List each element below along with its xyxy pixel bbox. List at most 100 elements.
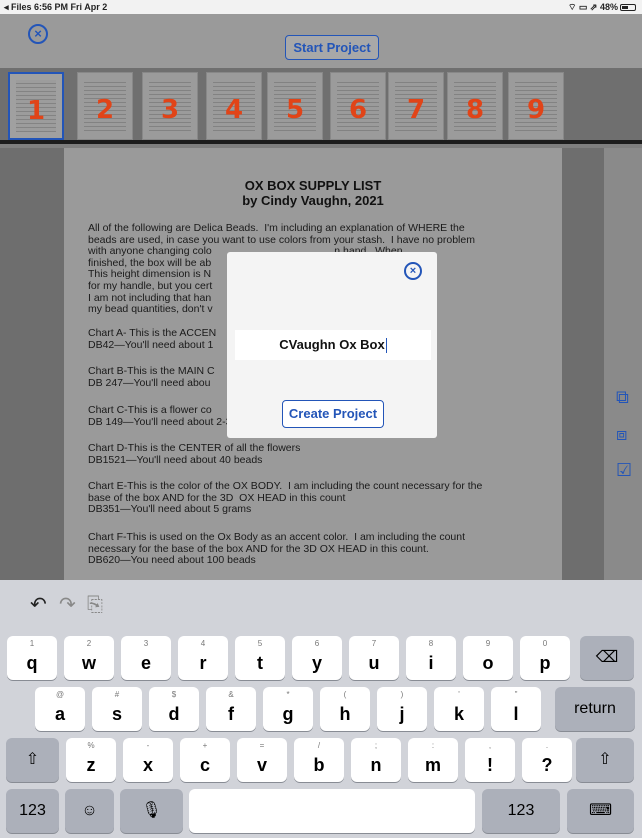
checkbox-icon[interactable]: ☑ [616,461,638,481]
page-thumbnail[interactable]: 4 [206,72,262,140]
page-thumbnail[interactable]: 5 [267,72,323,140]
dialog-close-icon[interactable]: × [404,262,422,280]
text-line: DB1521—You'll need about 40 beads [88,453,263,466]
emoji-icon: ☺ [81,802,98,819]
key-alt-char: 6 [314,639,320,648]
document-subtitle: by Cindy Vaughn, 2021 [242,193,384,208]
key-c[interactable]: + c [180,738,230,782]
project-name-input[interactable]: CVaughn Ox Box [235,330,431,360]
text-line: Chart E-This is the color of the OX BODY… [88,480,483,492]
key-char: z [86,755,96,775]
key-i[interactable]: 8i [406,636,456,680]
key-q[interactable]: 1q [7,636,57,680]
thumbnail-number: 1 [26,96,46,126]
return-key[interactable]: return [555,687,635,731]
key-alt-char: * [286,690,290,699]
key-b[interactable]: / b [294,738,344,782]
key-char: a [54,704,65,724]
text-line: Chart D-This is the CENTER of all the fl… [88,442,301,454]
numbers-label: 123 [19,802,46,819]
key-alt-char: / [317,741,321,750]
key-alt-char: 5 [257,639,263,648]
key-alt-char: . [545,741,549,750]
key-char: q [26,653,38,673]
key-w[interactable]: 2w [64,636,114,680]
create-project-button[interactable]: Create Project [282,400,384,428]
key-o[interactable]: 9o [463,636,513,680]
key-alt-char: 2 [86,639,92,648]
key-char: b [313,755,325,775]
key-r[interactable]: 4r [178,636,228,680]
page-thumbnail[interactable]: 7 [388,72,444,140]
key-n[interactable]: ; n [351,738,401,782]
key-h[interactable]: (h [320,687,370,731]
chart-d-paragraph: Chart D-This is the CENTER of all the fl… [88,442,538,466]
text-caret [385,338,387,354]
key-j[interactable]: ) j [377,687,427,731]
key-alt-char: @ [55,690,65,699]
key-e[interactable]: 3e [121,636,171,680]
thumbnail-number: 5 [285,95,305,125]
text-line: All of the following are Delica Beads. I… [88,222,465,234]
key-l[interactable]: " l [491,687,541,731]
key-z[interactable]: % z [66,738,116,782]
emoji-key[interactable]: ☺ [65,789,114,833]
key-y[interactable]: 6y [292,636,342,680]
key-k[interactable]: ' k [434,687,484,731]
page-thumbnail[interactable]: 8 [447,72,503,140]
key-alt-char: , [488,741,492,750]
key-s[interactable]: # s [92,687,142,731]
key-alt-char: $ [171,690,177,699]
delete-key[interactable]: ⌫ [580,636,634,680]
key-g[interactable]: * g [263,687,313,731]
key-p[interactable]: 0p [520,636,570,680]
shift-key-right[interactable]: ⇧ [576,738,634,782]
key-alt-char: = [259,741,265,750]
key-alt-char: & [228,690,234,699]
key-alt-char: 0 [542,639,548,648]
page-thumbnail[interactable]: 9 [508,72,564,140]
numbers-key-right[interactable]: 123 [482,789,560,833]
start-project-button[interactable]: Start Project [285,35,379,60]
key-x[interactable]: -x [123,738,173,782]
remove-pages-icon[interactable]: ⧈ [616,425,638,445]
key-![interactable]: ,! [465,738,515,782]
page-thumbnail[interactable]: 2 [77,72,133,140]
redo-icon[interactable]: ↷ [59,592,76,616]
page-thumbnail[interactable]: 3 [142,72,198,140]
status-bar: ◂ Files 6:56 PM Fri Apr 2 ⌔ ▭ ⇗ 48% [0,0,642,14]
key-v[interactable]: = v [237,738,287,782]
return-label: return [574,700,616,717]
shift-key-left[interactable]: ⇧ [6,738,59,782]
status-right: ⌔ ▭ ⇗ 48% [568,2,636,13]
key-u[interactable]: 7u [349,636,399,680]
key-char: ! [487,755,493,775]
page-thumbnail[interactable]: 1 [8,72,64,140]
chart-e-paragraph: Chart E-This is the color of the OX BODY… [88,480,538,516]
key-char: l [513,704,519,724]
key-char: c [199,755,210,775]
key-char: e [140,653,151,673]
undo-icon[interactable]: ↶ [30,592,47,616]
page-thumbnail[interactable]: 6 [330,72,386,140]
key-?[interactable]: .? [522,738,572,782]
space-key[interactable] [189,789,475,833]
key-alt-char: 9 [485,639,491,648]
key-d[interactable]: $ d [149,687,199,731]
key-char: o [482,653,494,673]
key-f[interactable]: & f [206,687,256,731]
key-alt-char: " [514,690,518,699]
dictation-key[interactable]: 🎙 [120,789,183,833]
thumbnail-number: 9 [526,95,546,125]
key-t[interactable]: 5t [235,636,285,680]
key-a[interactable]: @ a [35,687,85,731]
close-icon[interactable]: × [28,24,48,44]
hide-keyboard-key[interactable]: ⌨ [567,789,634,833]
key-m[interactable]: :m [408,738,458,782]
paste-icon[interactable]: ⎘ [87,592,103,616]
key-char: k [453,704,464,724]
copy-pages-icon[interactable]: ⧉ [616,388,638,408]
key-alt-char: 8 [428,639,434,648]
text-line: DB620—You need about 100 beads [88,554,256,567]
numbers-key-left[interactable]: 123 [6,789,59,833]
